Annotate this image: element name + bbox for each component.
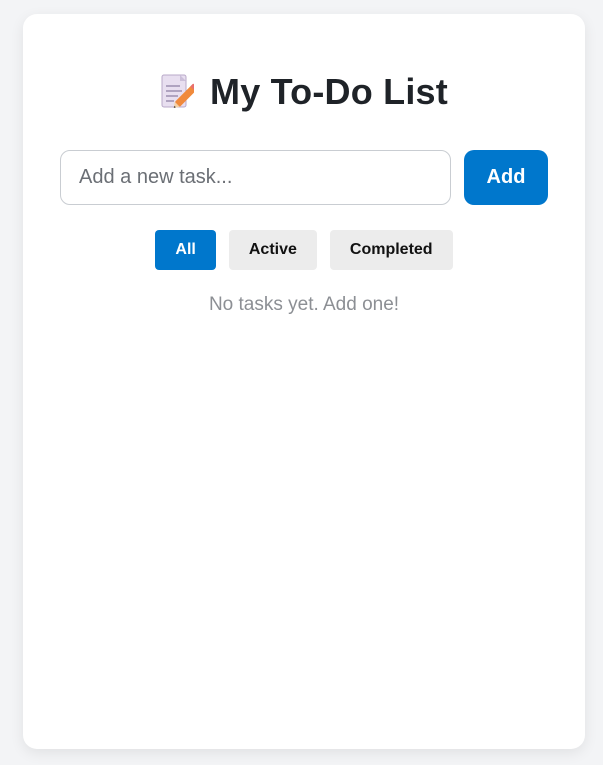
add-task-button[interactable]: Add [464,150,548,205]
page-title: My To-Do List [210,71,448,112]
header: My To-Do List [23,70,585,114]
memo-icon [160,73,199,111]
todo-card: My To-Do List Add All Active Completed N… [23,14,585,749]
new-task-row: Add [60,150,548,205]
filter-completed-button[interactable]: Completed [329,230,453,270]
new-task-input[interactable] [60,150,451,205]
filter-all-button[interactable]: All [155,230,216,270]
filter-active-button[interactable]: Active [228,230,317,270]
empty-state-message: No tasks yet. Add one! [208,294,400,315]
filter-bar: All Active Completed [23,230,585,270]
